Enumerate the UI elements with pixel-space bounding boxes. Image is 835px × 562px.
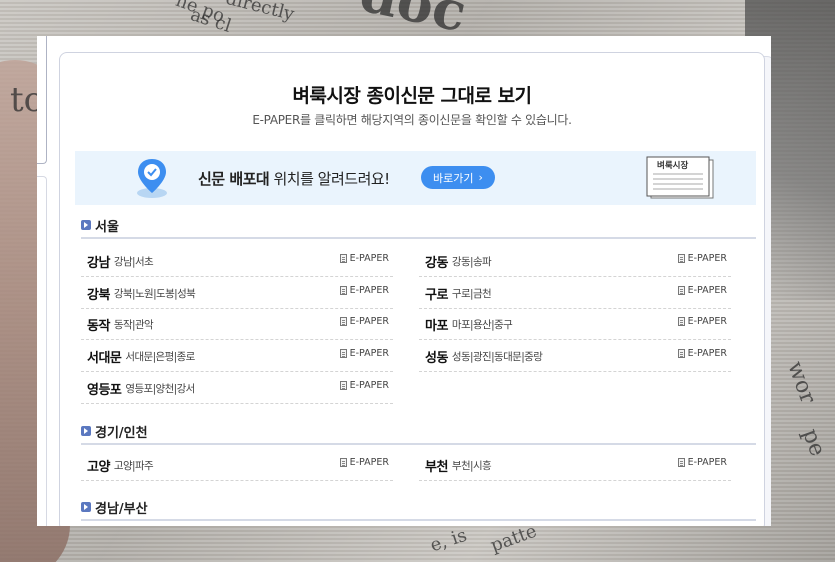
bg-word: e, is [427,524,470,557]
region-name: 강남 [87,255,110,271]
epaper-label: E-PAPER [687,348,727,359]
document-icon [677,349,685,358]
epaper-link[interactable]: E-PAPER [677,253,727,264]
epaper-link[interactable]: E-PAPER [339,380,389,391]
banner-text-rest: 위치를 알려드려요! [269,170,391,188]
bg-word: directly [223,0,297,26]
region-row: 성동 성동|광진|동대문|중랑 E-PAPER [419,341,731,372]
location-pin-icon [137,159,167,198]
region-name: 동작 [87,318,110,334]
region-name: 영등포 [87,382,122,398]
banner-text: 신문 배포대 위치를 알려드려요! [198,168,390,189]
region-row: 고양 고양|파주 E-PAPER [81,450,393,481]
side-tab [37,36,47,164]
document-icon [339,254,347,263]
region-name: 서대문 [87,350,122,366]
side-tab [37,176,47,526]
document-icon [677,254,685,263]
region-row: 강남 강남|서초 E-PAPER [81,246,393,277]
section-title: 경기/인천 [95,425,148,441]
newspaper-label: 벼룩시장 [657,160,688,171]
content-frame: 벼룩시장 종이신문 그대로 보기 E-PAPER를 클릭하면 해당지역의 종이신… [37,36,771,526]
epaper-label: E-PAPER [687,316,727,327]
epaper-label: E-PAPER [687,457,727,468]
arrow-box-icon [81,426,91,436]
region-row: 영등포 영등포|양천|강서 E-PAPER [81,373,393,404]
epaper-label: E-PAPER [349,253,389,264]
region-row: 강동 강동|송파 E-PAPER [419,246,731,277]
epaper-link[interactable]: E-PAPER [677,457,727,468]
region-row: 부천 부천|시흥 E-PAPER [419,450,731,481]
epaper-link[interactable]: E-PAPER [677,285,727,296]
document-icon [339,381,347,390]
arrow-box-icon [81,220,91,230]
region-subareas: 동작|관악 [113,318,154,331]
region-name: 구로 [425,287,448,303]
region-row: 마포 마포|용산|중구 E-PAPER [419,309,731,340]
region-subareas: 고양|파주 [113,459,154,472]
section-header-seoul: 서울 [81,215,756,239]
arrow-box-icon [81,502,91,512]
region-row: 서대문 서대문|은평|종로 E-PAPER [81,341,393,372]
epaper-label: E-PAPER [687,285,727,296]
epaper-link[interactable]: E-PAPER [339,457,389,468]
region-row: 동작 동작|관악 E-PAPER [81,309,393,340]
newspaper-icon: 벼룩시장 [646,156,714,199]
epaper-label: E-PAPER [349,316,389,327]
section-title: 경남/부산 [95,501,148,517]
epaper-label: E-PAPER [349,285,389,296]
epaper-label: E-PAPER [349,348,389,359]
chevron-right-icon: › [478,171,483,184]
shortcut-button[interactable]: 바로가기 › [421,166,495,189]
region-subareas: 마포|용산|중구 [451,318,513,331]
epaper-label: E-PAPER [687,253,727,264]
region-name: 마포 [425,318,448,334]
region-subareas: 강동|송파 [451,255,492,268]
region-name: 부천 [425,459,448,475]
epaper-link[interactable]: E-PAPER [339,285,389,296]
epaper-link[interactable]: E-PAPER [339,253,389,264]
region-name: 강북 [87,287,110,303]
section-title: 서울 [95,219,119,235]
region-subareas: 부천|시흥 [451,459,492,472]
region-subareas: 서대문|은평|종로 [125,350,195,363]
bg-word: wor [782,358,821,407]
document-icon [677,458,685,467]
distribution-banner: 신문 배포대 위치를 알려드려요! 바로가기 › 벼룩시장 [75,151,756,205]
region-name: 강동 [425,255,448,271]
section-header-gyeonggi-incheon: 경기/인천 [81,421,756,445]
document-icon [677,286,685,295]
epaper-label: E-PAPER [349,380,389,391]
region-name: 고양 [87,459,110,475]
page-subtitle: E-PAPER를 클릭하면 해당지역의 종이신문을 확인할 수 있습니다. [252,113,572,127]
region-subareas: 강북|노원|도봉|성북 [113,287,196,300]
epaper-label: E-PAPER [349,457,389,468]
region-row: 구로 구로|금천 E-PAPER [419,278,731,309]
document-icon [677,317,685,326]
document-icon [339,349,347,358]
epaper-link[interactable]: E-PAPER [677,316,727,327]
epaper-link[interactable]: E-PAPER [677,348,727,359]
epaper-link[interactable]: E-PAPER [339,348,389,359]
epaper-card: 벼룩시장 종이신문 그대로 보기 E-PAPER를 클릭하면 해당지역의 종이신… [59,52,765,526]
region-subareas: 영등포|양천|강서 [125,382,195,395]
bg-word: pe [797,425,830,460]
epaper-link[interactable]: E-PAPER [339,316,389,327]
region-subareas: 구로|금천 [451,287,492,300]
page-title: 벼룩시장 종이신문 그대로 보기 [292,85,532,107]
region-subareas: 성동|광진|동대문|중랑 [451,350,543,363]
region-name: 성동 [425,350,448,366]
region-subareas: 강남|서초 [113,255,154,268]
region-row: 강북 강북|노원|도봉|성북 E-PAPER [81,278,393,309]
document-icon [339,317,347,326]
document-icon [339,286,347,295]
shortcut-button-label: 바로가기 [433,171,474,185]
document-icon [339,458,347,467]
section-header-gyeongnam-busan: 경남/부산 [81,497,756,521]
banner-text-bold: 신문 배포대 [198,170,270,188]
